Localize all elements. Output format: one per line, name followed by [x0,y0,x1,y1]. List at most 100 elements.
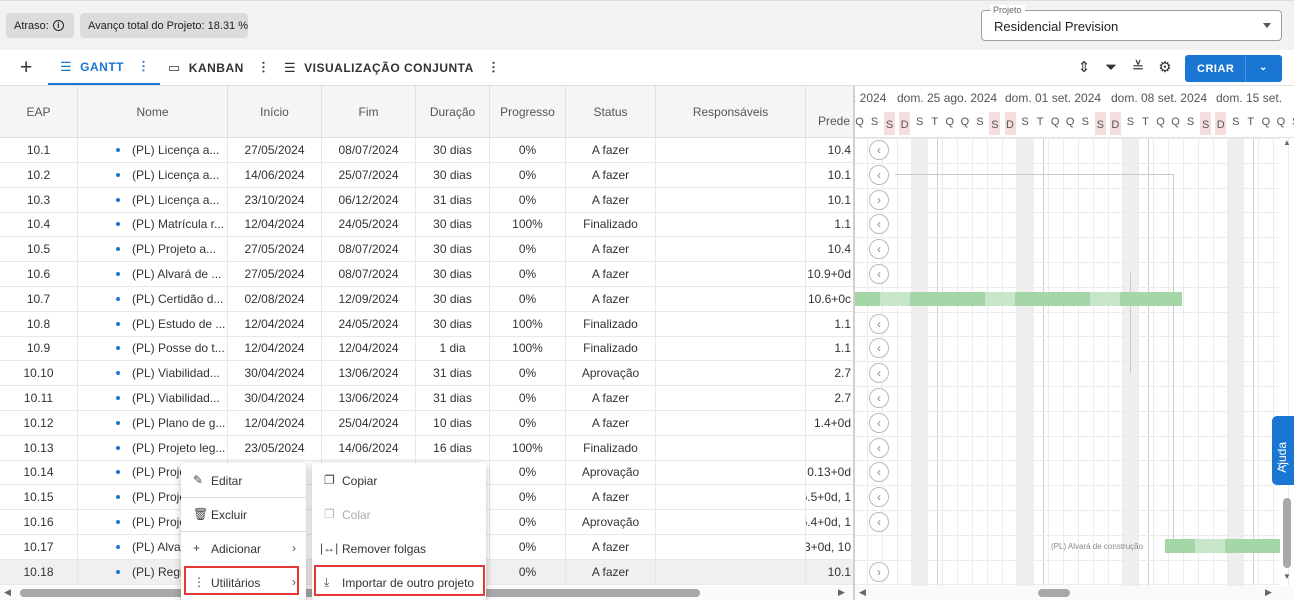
tab-visualizacao-menu-icon[interactable]: ··· [486,61,501,74]
cell-eap[interactable]: 10.10 [0,361,78,386]
header-inicio[interactable]: Início [228,86,322,138]
cell-resp[interactable] [656,311,806,336]
cell-start[interactable]: 27/05/2024 [228,138,322,162]
cell-start[interactable]: 30/04/2024 [228,361,322,386]
cell-dur[interactable]: 10 dias [416,410,490,435]
cell-pred[interactable]: 10.4 [806,138,853,162]
cell-pred[interactable]: 6.4+0d, 1 [806,510,853,534]
cell-dur[interactable]: 31 dias [416,386,490,410]
cell-eap[interactable]: 10.11 [0,386,78,410]
table-row[interactable]: 10.8 (PL) Estudo de ... 12/04/2024 24/05/20… [0,311,853,337]
cell-dur[interactable]: 30 dias [416,262,490,286]
table-row[interactable]: 10.13 (PL) Projeto leg... 23/05/2024 14/06/… [0,435,853,461]
cell-pred[interactable]: 3+0d, 10 [806,535,853,559]
cell-end[interactable]: 24/05/2024 [322,311,416,336]
cell-resp[interactable] [656,386,806,410]
cell-prog[interactable]: 0% [490,237,566,262]
chevron-left-icon[interactable]: ‹ [869,487,889,508]
cell-resp[interactable] [656,559,806,584]
cell-pred[interactable]: 0.13+0d [806,460,853,484]
cell-name[interactable]: (PL) Viabilidad... [78,361,228,386]
cell-status[interactable]: Finalizado [566,336,656,361]
cell-name[interactable]: (PL) Estudo de ... [78,311,228,336]
delay-chip[interactable]: Atraso: i [6,13,74,38]
cell-status[interactable]: A fazer [566,410,656,435]
cell-pred[interactable]: 10.1 [806,188,853,212]
cell-start[interactable]: 12/04/2024 [228,336,322,361]
cell-resp[interactable] [656,286,806,311]
cell-pred[interactable]: 1.1 [806,336,853,360]
cell-prog[interactable]: 0% [490,162,566,187]
cell-start[interactable]: 12/04/2024 [228,212,322,237]
add-view-icon[interactable]: + [20,56,32,80]
cell-status[interactable]: A fazer [566,262,656,286]
cell-dur[interactable]: 30 dias [416,162,490,187]
cell-prog[interactable]: 0% [490,361,566,386]
cell-eap[interactable]: 10.8 [0,311,78,336]
cell-prog[interactable]: 100% [490,336,566,361]
tab-visualizacao-conjunta[interactable]: ☰ VISUALIZAÇÃO CONJUNTA ··· [284,50,501,85]
header-fim[interactable]: Fim [322,86,416,138]
cell-name[interactable]: (PL) Certidão d... [78,286,228,311]
cell-prog[interactable]: 0% [490,510,566,534]
header-duracao[interactable]: Duração [416,86,490,138]
cell-status[interactable]: A fazer [566,237,656,262]
cell-pred[interactable]: 10.9+0d [806,262,853,286]
cell-status[interactable]: Aprovação [566,361,656,386]
create-button[interactable]: CRIAR ⌄ [1185,55,1282,82]
table-row[interactable]: 10.5 (PL) Projeto a... 27/05/2024 08/07/202… [0,237,853,263]
cell-status[interactable]: Finalizado [566,311,656,336]
cell-end[interactable]: 14/06/2024 [322,435,416,460]
cell-end[interactable]: 13/06/2024 [322,361,416,386]
cell-status[interactable]: A fazer [566,386,656,410]
chevron-left-icon[interactable]: ‹ [869,412,889,433]
gantt-scroll-left-icon[interactable]: ◀ [859,587,866,598]
cell-start[interactable]: 27/05/2024 [228,262,322,286]
cell-pred[interactable]: 10.6+0c [806,287,853,311]
cell-dur[interactable]: 30 dias [416,237,490,262]
cell-prog[interactable]: 0% [490,262,566,286]
cell-eap[interactable]: 10.3 [0,187,78,212]
chevron-left-icon[interactable]: ‹ [869,264,889,284]
cell-end[interactable]: 12/04/2024 [322,336,416,361]
cell-pred[interactable]: 1.4+0d [806,411,853,435]
table-row[interactable]: 10.12 (PL) Plano de g... 12/04/2024 25/04/2… [0,410,853,436]
scroll-up-icon[interactable]: ▲ [1283,138,1291,147]
cell-dur[interactable]: 1 dia [416,336,490,361]
cell-pred[interactable]: 1.1 [806,212,853,236]
cell-name[interactable]: (PL) Projeto leg... [78,435,228,460]
cell-prog[interactable]: 100% [490,311,566,336]
cell-pred[interactable]: 2.7 [806,386,853,410]
cell-end[interactable]: 06/12/2024 [322,187,416,212]
cell-end[interactable]: 25/04/2024 [322,410,416,435]
chevron-left-icon[interactable]: ‹ [869,140,889,160]
cell-name[interactable]: (PL) Licença a... [78,187,228,212]
cell-prog[interactable]: 0% [490,286,566,311]
cell-prog[interactable]: 0% [490,386,566,410]
cell-end[interactable]: 24/05/2024 [322,212,416,237]
header-responsaveis[interactable]: Responsáveis [656,86,806,138]
cell-start[interactable]: 30/04/2024 [228,386,322,410]
chevron-left-icon[interactable]: ‹ [869,313,889,334]
tab-gantt-menu-icon[interactable]: ··· [136,60,151,73]
cell-eap[interactable]: 10.13 [0,435,78,460]
cell-name[interactable]: (PL) Posse do t... [78,336,228,361]
cell-status[interactable]: A fazer [566,162,656,187]
cell-name[interactable]: (PL) Plano de g... [78,410,228,435]
gantt-scroll-right-icon[interactable]: ▶ [1265,587,1272,598]
cell-resp[interactable] [656,534,806,559]
cell-resp[interactable] [656,187,806,212]
cell-dur[interactable]: 30 dias [416,138,490,162]
cell-resp[interactable] [656,485,806,510]
tune-icon[interactable]: ≚ [1128,58,1148,78]
cell-status[interactable]: Finalizado [566,435,656,460]
cell-resp[interactable] [656,138,806,162]
cell-name[interactable]: (PL) Licença a... [78,138,228,162]
gantt-scroll-thumb[interactable] [1038,589,1070,597]
submenu-item-copiar[interactable]: ❐ Copiar [312,464,486,498]
cell-start[interactable]: 23/10/2024 [228,187,322,212]
cell-prog[interactable]: 0% [490,534,566,559]
chevron-left-icon[interactable]: ‹ [869,388,889,408]
cell-resp[interactable] [656,435,806,460]
cell-eap[interactable]: 10.4 [0,212,78,237]
